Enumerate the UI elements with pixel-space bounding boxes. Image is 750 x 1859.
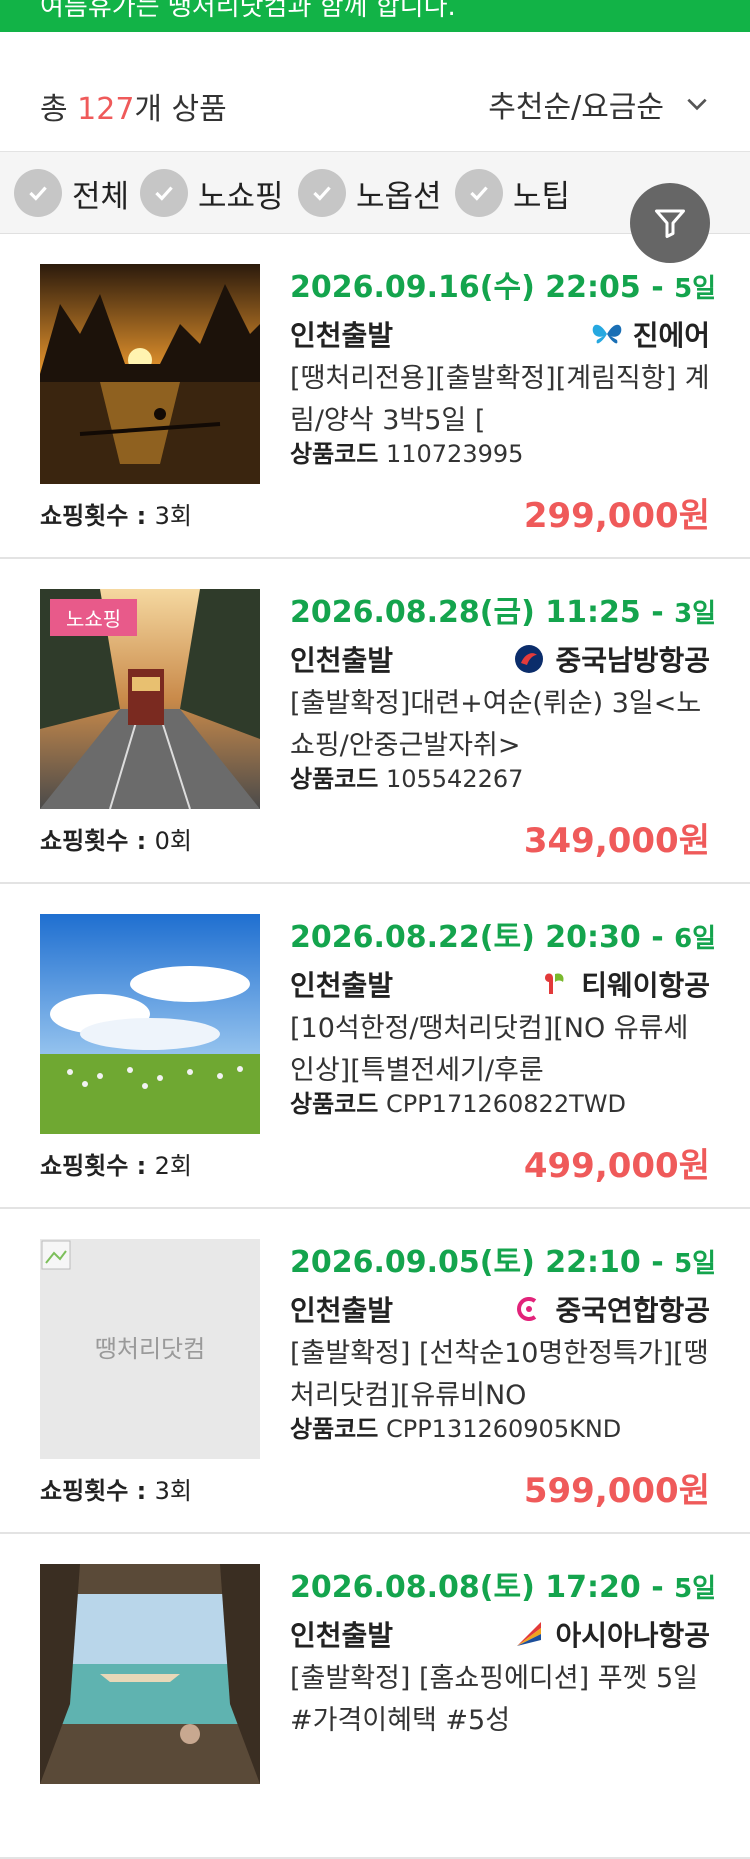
product-count-number: 127 [77,92,135,127]
butterfly-logo-icon [592,324,622,344]
shopping-count: 쇼핑횟수 : 3회 [40,1477,192,1505]
filter-label: 노쇼핑 [198,178,284,215]
product-thumbnail[interactable] [40,914,260,1134]
product-title[interactable]: [10석한정/땡처리닷컴][NO 유류세인상][특별전세기/후룬 [290,1008,710,1092]
product-price: 499,000원 [523,1146,710,1186]
sort-label: 추천순/요금순 [488,90,664,125]
departure-city: 인천출발 [290,1294,394,1327]
product-thumbnail[interactable]: 땡처리닷컴 [40,1239,260,1459]
check-icon [140,169,188,217]
tway-logo-icon [545,973,564,994]
product-price: 299,000원 [523,496,710,536]
departure-date: 2026.08.22(토) 20:30 - 6일 [290,920,717,955]
product-item[interactable]: 땡처리닷컴 쇼핑횟수 : 3회 2026.09.05(토) 22:10 - 5일… [0,1209,750,1534]
product-item[interactable]: 노쇼핑 쇼핑횟수 : 0회 2026.08.28(금) 11:25 - 3일 인… [0,559,750,884]
airline-name: 중국연합항공 [555,1294,710,1327]
airline-name: 티웨이항공 [581,969,710,1002]
airline: 중국남방항공 [511,639,710,679]
product-thumbnail[interactable] [40,1564,260,1784]
airline: 진에어 [589,314,710,354]
departure-date: 2026.09.16(수) 22:05 - 5일 [290,270,717,305]
filter-all[interactable]: 전체 [14,168,129,218]
airline-name: 중국남방항공 [555,644,710,677]
china-united-logo-icon [517,1297,537,1321]
product-code: 상품코드 CPP131260905KND [290,1415,622,1443]
departure-city: 인천출발 [290,644,394,677]
filter-no-shopping[interactable]: 노쇼핑 [140,168,284,218]
check-icon [298,169,346,217]
product-count: 총 127개 상품 [40,92,227,127]
product-title[interactable]: [출발확정] [홈쇼핑에디션] 푸껫 5일 #가격이혜택 #5성 [290,1658,710,1742]
product-title[interactable]: [출발확정] [선착순10명한정특가][땡처리닷컴][유류비NO [290,1333,710,1417]
filter-label: 전체 [72,178,130,215]
airline: 중국연합항공 [511,1289,710,1329]
sunset-river-photo [40,264,260,484]
grassland-sheep-photo [40,914,260,1134]
chevron-down-icon [687,98,707,111]
filter-label: 노옵션 [356,178,442,215]
product-thumbnail[interactable] [40,264,260,484]
shopping-count: 쇼핑횟수 : 0회 [40,827,192,855]
shopping-count: 쇼핑횟수 : 3회 [40,502,192,530]
departure-date: 2026.09.05(토) 22:10 - 5일 [290,1245,717,1280]
product-title[interactable]: [땡처리전용][출발확정][계림직항] 계림/양삭 3박5일 [ [290,358,710,442]
check-icon [14,169,62,217]
product-code: 상품코드 CPP171260822TWD [290,1090,626,1118]
product-price: 599,000원 [523,1471,710,1511]
departure-city: 인천출발 [290,1619,394,1652]
top-banner[interactable]: 여름휴가는 땡처리닷컴과 함께 합니다. [0,0,750,32]
departure-city: 인천출발 [290,319,394,352]
airline-name: 진에어 [632,319,710,352]
airline: 아시아나항공 [511,1614,710,1654]
filter-no-tip[interactable]: 노팁 [455,168,570,218]
product-item[interactable]: 쇼핑횟수 : 2회 2026.08.22(토) 20:30 - 6일 인천출발 … [0,884,750,1209]
product-item[interactable]: 2026.08.08(토) 17:20 - 5일 인천출발 아시아나항공 [출발… [0,1534,750,1859]
product-price: 349,000원 [523,821,710,861]
asiana-logo-icon [517,1622,542,1646]
departure-date: 2026.08.08(토) 17:20 - 5일 [290,1570,717,1605]
airline: 티웨이항공 [537,964,710,1004]
list-summary-bar: 총 127개 상품 추천순/요금순 [0,32,750,152]
departure-date: 2026.08.28(금) 11:25 - 3일 [290,595,717,630]
check-icon [455,169,503,217]
placeholder-logo-text: 땡처리닷컴 [95,1335,205,1363]
filter-fab-button[interactable] [630,183,710,263]
product-list: 쇼핑횟수 : 3회 2026.09.16(수) 22:05 - 5일 인천출발 … [0,234,750,1859]
image-placeholder: 땡처리닷컴 [40,1239,260,1459]
top-banner-text: 여름휴가는 땡처리닷컴과 함께 합니다. [40,0,456,22]
product-item[interactable]: 쇼핑횟수 : 3회 2026.09.16(수) 22:05 - 5일 인천출발 … [0,234,750,559]
funnel-icon [655,209,685,238]
filter-no-option[interactable]: 노옵션 [298,168,442,218]
china-southern-logo-icon [515,645,544,673]
product-title[interactable]: [출발확정]대련+여순(뤼순) 3일<노쇼핑/안중근발자취> [290,683,710,767]
product-code: 상품코드 110723995 [290,440,524,468]
sea-cave-photo [40,1564,260,1784]
sort-dropdown[interactable]: 추천순/요금순 [488,82,710,126]
shopping-count: 쇼핑횟수 : 2회 [40,1152,192,1180]
filter-label: 노팁 [513,178,571,215]
product-thumbnail[interactable]: 노쇼핑 [40,589,260,809]
departure-city: 인천출발 [290,969,394,1002]
no-shopping-badge: 노쇼핑 [50,599,138,636]
product-code: 상품코드 105542267 [290,765,524,793]
airline-name: 아시아나항공 [555,1619,710,1652]
